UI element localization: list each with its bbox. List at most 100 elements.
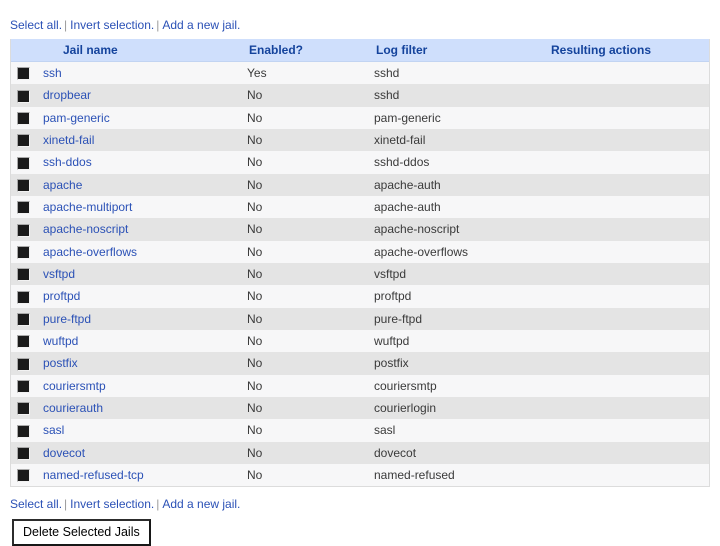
invert-selection-link-bottom[interactable]: Invert selection. xyxy=(70,497,154,511)
checkbox-icon[interactable] xyxy=(17,402,30,416)
jail-name-link[interactable]: pam-generic xyxy=(43,111,110,125)
column-header-enabled: Enabled? xyxy=(247,39,374,62)
log-filter-value: apache-auth xyxy=(374,173,551,196)
enabled-value: No xyxy=(247,396,374,420)
table-row: named-refused-tcp No named-refused xyxy=(11,463,709,487)
enabled-value: No xyxy=(247,240,374,263)
jail-name-link[interactable]: courierauth xyxy=(43,401,103,415)
resulting-actions-value xyxy=(551,307,709,330)
jail-name-link[interactable]: pure-ftpd xyxy=(43,312,91,326)
resulting-actions-value xyxy=(551,151,709,174)
enabled-value: No xyxy=(247,285,374,308)
resulting-actions-value xyxy=(551,61,709,85)
checkbox-icon[interactable] xyxy=(17,312,30,326)
checkbox-icon[interactable] xyxy=(17,111,30,125)
checkbox-icon[interactable] xyxy=(17,178,30,192)
table-row: ssh Yes sshd xyxy=(11,61,709,85)
checkbox-icon[interactable] xyxy=(17,446,30,460)
checkbox-icon[interactable] xyxy=(17,134,30,148)
column-header-jail-name: Jail name xyxy=(43,39,247,62)
jail-name-link[interactable]: dovecot xyxy=(43,446,85,460)
jail-name-link[interactable]: vsftpd xyxy=(43,267,75,281)
row-select-cell xyxy=(11,285,43,308)
row-select-cell xyxy=(11,195,43,219)
checkbox-icon[interactable] xyxy=(17,335,30,349)
row-select-cell xyxy=(11,352,43,375)
table-row: apache-noscript No apache-noscript xyxy=(11,218,709,241)
jail-name-link[interactable]: apache-overflows xyxy=(43,245,137,259)
table-row: dovecot No dovecot xyxy=(11,441,709,464)
row-select-cell xyxy=(11,61,43,85)
log-filter-value: sasl xyxy=(374,419,551,442)
checkbox-icon[interactable] xyxy=(17,469,30,483)
checkbox-icon[interactable] xyxy=(17,245,30,259)
log-filter-value: couriersmtp xyxy=(374,374,551,397)
row-select-cell xyxy=(11,240,43,263)
jail-name-link[interactable]: couriersmtp xyxy=(43,379,106,393)
top-action-links: Select all. | Invert selection. | Add a new … xyxy=(0,0,720,39)
log-filter-value: postfix xyxy=(374,352,551,375)
enabled-value: No xyxy=(247,84,374,107)
resulting-actions-value xyxy=(551,128,709,152)
jail-name-link[interactable]: apache-noscript xyxy=(43,222,128,236)
table-row: apache-overflows No apache-overflows xyxy=(11,240,709,263)
delete-selected-jails-button[interactable]: Delete Selected Jails xyxy=(12,519,151,546)
jail-name-link[interactable]: postfix xyxy=(43,356,78,370)
checkbox-icon[interactable] xyxy=(17,201,30,215)
jails-table-container: Jail name Enabled? Log filter Resulting … xyxy=(10,39,710,488)
row-select-cell xyxy=(11,374,43,397)
jail-name-cell: xinetd-fail xyxy=(43,128,247,152)
jail-name-link[interactable]: ssh xyxy=(43,66,62,80)
table-row: vsftpd No vsftpd xyxy=(11,262,709,286)
checkbox-icon[interactable] xyxy=(17,223,30,237)
log-filter-value: sshd xyxy=(374,84,551,107)
select-all-link-top[interactable]: Select all. xyxy=(10,18,62,32)
jail-name-link[interactable]: apache-multiport xyxy=(43,200,132,214)
enabled-value: No xyxy=(247,352,374,375)
row-select-cell xyxy=(11,463,43,487)
checkbox-icon[interactable] xyxy=(17,290,30,304)
column-header-resulting-actions: Resulting actions xyxy=(551,39,709,62)
add-new-jail-link-bottom[interactable]: Add a new jail. xyxy=(162,497,240,511)
select-all-link-bottom[interactable]: Select all. xyxy=(10,497,62,511)
jail-name-link[interactable]: xinetd-fail xyxy=(43,133,94,147)
jail-name-cell: couriersmtp xyxy=(43,374,247,397)
log-filter-value: apache-noscript xyxy=(374,218,551,241)
table-row: pam-generic No pam-generic xyxy=(11,106,709,129)
log-filter-value: named-refused xyxy=(374,463,551,487)
jail-name-cell: ssh xyxy=(43,61,247,85)
jails-table: Jail name Enabled? Log filter Resulting … xyxy=(11,39,709,487)
enabled-value: Yes xyxy=(247,61,374,85)
jail-name-link[interactable]: wuftpd xyxy=(43,334,78,348)
jail-name-link[interactable]: named-refused-tcp xyxy=(43,468,144,482)
table-row: proftpd No proftpd xyxy=(11,285,709,308)
checkbox-icon[interactable] xyxy=(17,89,30,103)
column-header-checkbox xyxy=(11,39,43,62)
enabled-value: No xyxy=(247,173,374,196)
checkbox-icon[interactable] xyxy=(17,357,30,371)
jail-name-cell: vsftpd xyxy=(43,262,247,286)
row-select-cell xyxy=(11,173,43,196)
checkbox-icon[interactable] xyxy=(17,67,30,81)
checkbox-icon[interactable] xyxy=(17,156,30,170)
invert-selection-link-top[interactable]: Invert selection. xyxy=(70,18,154,32)
checkbox-icon[interactable] xyxy=(17,424,30,438)
row-select-cell xyxy=(11,84,43,107)
enabled-value: No xyxy=(247,374,374,397)
log-filter-value: xinetd-fail xyxy=(374,128,551,152)
jail-name-link[interactable]: proftpd xyxy=(43,289,80,303)
enabled-value: No xyxy=(247,262,374,286)
row-select-cell xyxy=(11,441,43,464)
checkbox-icon[interactable] xyxy=(17,268,30,282)
table-row: pure-ftpd No pure-ftpd xyxy=(11,307,709,330)
jail-name-link[interactable]: dropbear xyxy=(43,88,91,102)
table-row: ssh-ddos No sshd-ddos xyxy=(11,151,709,174)
jail-name-link[interactable]: ssh-ddos xyxy=(43,155,92,169)
jail-name-link[interactable]: apache xyxy=(43,178,82,192)
table-row: couriersmtp No couriersmtp xyxy=(11,374,709,397)
add-new-jail-link-top[interactable]: Add a new jail. xyxy=(162,18,240,32)
jail-name-link[interactable]: sasl xyxy=(43,423,64,437)
log-filter-value: dovecot xyxy=(374,441,551,464)
checkbox-icon[interactable] xyxy=(17,379,30,393)
button-row: Delete Selected Jails xyxy=(0,511,720,546)
